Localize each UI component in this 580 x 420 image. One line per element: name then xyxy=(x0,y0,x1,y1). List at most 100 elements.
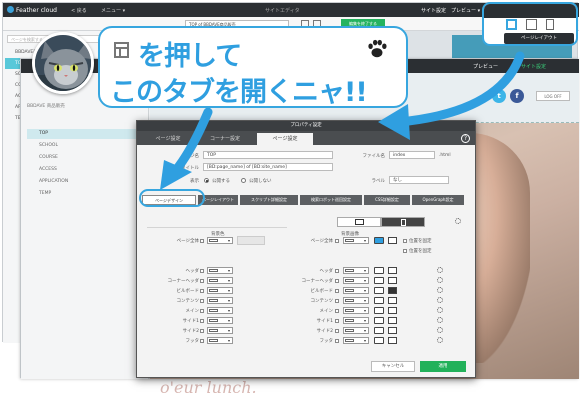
label-select[interactable]: なし xyxy=(389,176,449,184)
site-settings-menu[interactable]: サイト設定 xyxy=(421,7,446,14)
bg-color-picker[interactable]: ▾ xyxy=(207,277,233,284)
image-select-icon[interactable] xyxy=(388,307,397,314)
help-icon[interactable]: ? xyxy=(461,134,470,143)
page-name-field[interactable]: TOP xyxy=(203,151,333,159)
bg-image-picker[interactable]: ▾ xyxy=(343,287,369,294)
show-private-radio[interactable] xyxy=(241,178,246,183)
image-select-icon[interactable] xyxy=(388,267,397,274)
back-menu[interactable]: < 戻る xyxy=(71,7,87,14)
twitter-icon[interactable]: t xyxy=(492,89,506,103)
bg-image-picker[interactable]: ▾ xyxy=(343,317,369,324)
image-select-icon[interactable] xyxy=(388,317,397,324)
bg-color-picker[interactable]: ▾ xyxy=(207,317,233,324)
site-settings-front[interactable]: サイト設定 xyxy=(521,63,546,70)
row-checkbox-right[interactable] xyxy=(335,269,339,273)
row-checkbox-right[interactable] xyxy=(335,329,339,333)
tab-corner-settings[interactable]: コーナー設定 xyxy=(197,133,253,145)
preview-menu[interactable]: プレビュー ▾ xyxy=(451,7,480,14)
bg-image-picker[interactable]: ▾ xyxy=(343,327,369,334)
tree-front-temp[interactable]: TEMP xyxy=(27,189,145,199)
subtab-script[interactable]: スクリプト詳細設定 xyxy=(240,195,298,205)
desktop-tab-icon[interactable] xyxy=(526,19,537,30)
row-checkbox-right[interactable] xyxy=(335,279,339,283)
bg-image-picker[interactable]: ▾ xyxy=(343,297,369,304)
row-gear-icon[interactable] xyxy=(437,327,443,333)
show-public-radio[interactable] xyxy=(204,178,209,183)
image-thumb[interactable] xyxy=(374,307,384,314)
tree-front-top[interactable]: TOP xyxy=(27,129,145,139)
bg-image-picker[interactable]: ▾ xyxy=(343,237,369,244)
image-thumb[interactable] xyxy=(374,337,384,344)
bg-color-picker[interactable]: ▾ xyxy=(207,337,233,344)
bg-color-picker[interactable]: ▾ xyxy=(207,287,233,294)
row-checkbox-left[interactable] xyxy=(200,329,204,333)
preview-menu-front[interactable]: プレビュー xyxy=(473,63,498,70)
bg-image-picker[interactable]: ▾ xyxy=(343,277,369,284)
bg-image-picker[interactable]: ▾ xyxy=(343,307,369,314)
bg-color-picker[interactable]: ▾ xyxy=(207,327,233,334)
row-checkbox-right[interactable] xyxy=(335,339,339,343)
row-checkbox-left[interactable] xyxy=(200,279,204,283)
bg-color-picker[interactable]: ▾ xyxy=(207,237,233,244)
row-gear-icon[interactable] xyxy=(437,317,443,323)
tree-front-course[interactable]: COURSE xyxy=(27,153,145,163)
tab-page-settings[interactable]: ページ設定 xyxy=(257,133,313,145)
fixed-position-checkbox[interactable] xyxy=(403,239,407,243)
bg-color-picker[interactable]: ▾ xyxy=(207,307,233,314)
mobile-tab-icon[interactable] xyxy=(546,19,554,30)
tree-front-access[interactable]: ACCESS xyxy=(27,165,145,175)
image-select-icon[interactable] xyxy=(388,297,397,304)
tree-front-application[interactable]: APPLICATION xyxy=(27,177,145,187)
row-gear-icon[interactable] xyxy=(437,267,443,273)
row-checkbox-left[interactable] xyxy=(200,339,204,343)
image-select-icon[interactable] xyxy=(388,327,397,334)
tab-page-settings-1[interactable]: ページ設定 xyxy=(143,133,193,145)
row-checkbox-left[interactable] xyxy=(200,289,204,293)
row-checkbox-left[interactable] xyxy=(200,239,204,243)
image-thumb[interactable] xyxy=(374,267,384,274)
image-thumb[interactable] xyxy=(374,277,384,284)
facebook-icon[interactable]: f xyxy=(510,89,524,103)
tree-front-school[interactable]: SCHOOL xyxy=(27,141,145,151)
image-select-icon[interactable] xyxy=(388,287,397,294)
image-thumb[interactable] xyxy=(374,317,384,324)
row-checkbox-right[interactable] xyxy=(335,239,339,243)
row-gear-icon[interactable] xyxy=(437,287,443,293)
image-select-icon[interactable] xyxy=(388,237,397,244)
row-gear-icon[interactable] xyxy=(437,307,443,313)
image-thumb[interactable] xyxy=(374,287,384,294)
row-checkbox-right[interactable] xyxy=(335,309,339,313)
bg-color-picker[interactable]: ▾ xyxy=(207,297,233,304)
fixed-position-checkbox-2[interactable] xyxy=(403,249,407,253)
row-gear-icon[interactable] xyxy=(437,337,443,343)
image-select-icon[interactable] xyxy=(388,277,397,284)
main-menu[interactable]: メニュー ▾ xyxy=(101,7,125,14)
image-thumb[interactable] xyxy=(374,237,384,244)
row-checkbox-left[interactable] xyxy=(200,319,204,323)
row-checkbox-left[interactable] xyxy=(200,299,204,303)
image-thumb[interactable] xyxy=(374,297,384,304)
bg-image-picker[interactable]: ▾ xyxy=(343,267,369,274)
layout-tab-icon[interactable] xyxy=(506,19,517,30)
cancel-button[interactable]: キャンセル xyxy=(371,361,415,372)
row-checkbox-right[interactable] xyxy=(335,319,339,323)
logoff-button[interactable]: LOG OFF xyxy=(536,91,570,101)
row-gear-icon[interactable] xyxy=(437,297,443,303)
row-gear-icon[interactable] xyxy=(437,277,443,283)
file-name-field[interactable]: index xyxy=(389,151,435,159)
apply-button[interactable]: 適用 xyxy=(420,361,466,372)
row-checkbox-left[interactable] xyxy=(200,269,204,273)
subtab-robots[interactable]: 検索ロボット巡回設定 xyxy=(300,195,362,205)
row-checkbox-right[interactable] xyxy=(335,299,339,303)
bg-color-picker[interactable]: ▾ xyxy=(207,267,233,274)
desktop-view-toggle[interactable] xyxy=(337,217,381,227)
subtab-opengraph[interactable]: OpenGraph設定 xyxy=(412,195,464,205)
title-field[interactable]: [BD:page_name] of [BD:site_name] xyxy=(203,163,333,171)
row-checkbox-right[interactable] xyxy=(335,289,339,293)
bg-image-picker[interactable]: ▾ xyxy=(343,337,369,344)
settings-gear-icon[interactable] xyxy=(455,218,461,224)
mobile-view-toggle[interactable] xyxy=(381,217,425,227)
image-select-icon[interactable] xyxy=(388,337,397,344)
subtab-css[interactable]: CSS詳細設定 xyxy=(364,195,410,205)
row-checkbox-left[interactable] xyxy=(200,309,204,313)
